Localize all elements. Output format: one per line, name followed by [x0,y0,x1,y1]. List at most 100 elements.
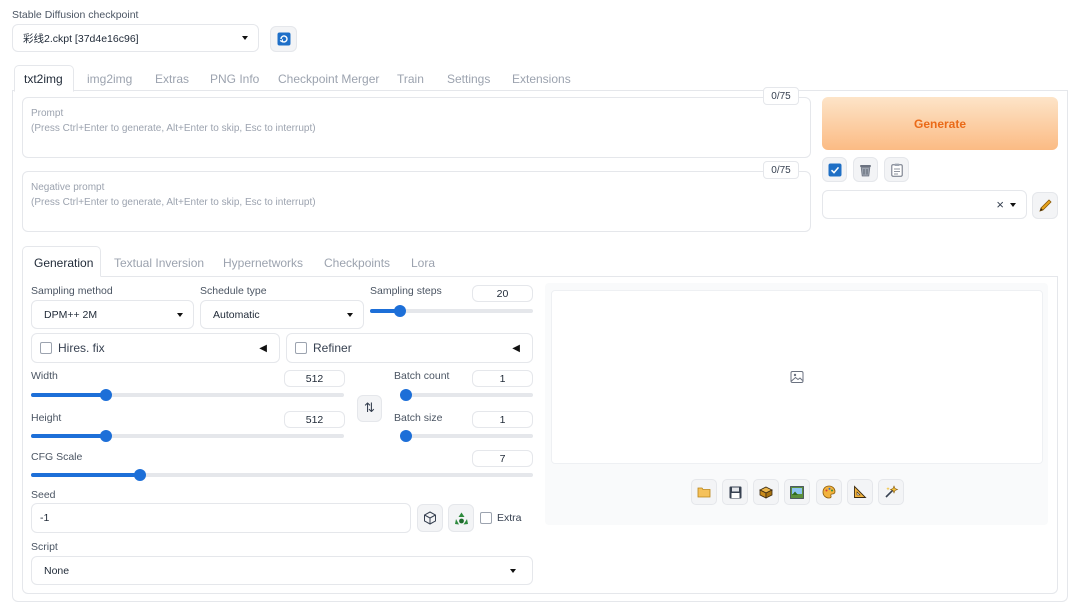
tab-settings[interactable]: Settings [447,72,490,86]
sampling-steps-input[interactable]: 20 [472,285,533,302]
swap-dimensions-button[interactable]: ⇅ [357,395,382,422]
triangle-ruler-icon [854,485,867,498]
schedule-type-dropdown[interactable]: Automatic [200,300,364,329]
sparkle-wand-icon [884,485,898,498]
zip-button[interactable] [753,479,779,505]
refiner-accordion[interactable]: Refiner ◀ [286,333,533,363]
hires-fix-checkbox[interactable] [40,342,52,354]
image-placeholder-icon [790,371,804,383]
cfg-scale-label: CFG Scale [31,451,83,463]
send-to-img2img-button[interactable] [784,479,810,505]
seed-value: -1 [40,512,50,524]
clear-styles-icon[interactable]: × [996,197,1004,212]
checkpoint-dropdown[interactable]: 彩线2.ckpt [37d4e16c96] [12,24,259,52]
width-input[interactable]: 512 [284,370,345,387]
height-input[interactable]: 512 [284,411,345,428]
height-slider[interactable] [31,428,344,444]
negative-prompt-label: Negative prompt [31,182,105,193]
clear-prompt-button[interactable] [853,157,878,182]
batch-size-slider[interactable] [400,428,533,444]
schedule-type-value: Automatic [213,308,260,321]
show-extra-networks-button[interactable] [822,157,847,182]
tab-checkpoint-merger[interactable]: Checkpoint Merger [278,72,379,86]
extra-seed-checkbox[interactable] [480,512,492,524]
swap-icon: ⇅ [364,401,375,416]
reuse-seed-button[interactable] [448,504,474,532]
chevron-down-icon [510,568,516,573]
tab-lora[interactable]: Lora [411,256,435,270]
tab-train[interactable]: Train [397,72,424,86]
collapse-arrow-icon[interactable]: ◀ [259,343,267,354]
random-seed-button[interactable] [417,504,443,532]
sampling-steps-slider[interactable] [370,303,533,319]
cfg-scale-input[interactable]: 7 [472,450,533,467]
sampling-steps-label: Sampling steps [370,285,442,297]
tab-generation-label[interactable]: Generation [34,256,93,270]
generate-extras-button[interactable] [878,479,904,505]
edit-styles-button[interactable] [1032,192,1058,219]
checkpoint-value: 彩线2.ckpt [37d4e16c96] [23,32,139,45]
output-image-area [551,290,1043,464]
width-slider[interactable] [31,387,344,403]
generate-button[interactable]: Generate [822,97,1058,150]
sampling-method-dropdown[interactable]: DPM++ 2M [31,300,194,329]
batch-size-label: Batch size [394,412,443,424]
checkpoint-label: Stable Diffusion checkpoint [12,9,139,21]
cfg-scale-slider[interactable] [31,467,533,483]
save-icon [729,486,741,498]
chevron-down-icon [242,36,248,40]
folder-icon [697,487,711,498]
tab-hypernetworks[interactable]: Hypernetworks [223,256,303,270]
script-label: Script [31,541,58,553]
schedule-type-label: Schedule type [200,285,267,297]
prompt-token-counter: 0/75 [763,87,799,105]
script-dropdown[interactable]: None [31,556,533,585]
picture-icon [790,485,804,499]
send-to-inpaint-button[interactable] [816,479,842,505]
generate-label: Generate [913,116,967,131]
height-label: Height [31,412,62,424]
refresh-checkpoint-button[interactable] [270,26,297,52]
sampling-method-label: Sampling method [31,285,113,297]
batch-count-input[interactable]: 1 [472,370,533,387]
trash-icon [860,164,871,176]
refiner-label: Refiner [313,341,352,355]
tab-txt2img-label[interactable]: txt2img [24,72,63,86]
dice-icon [424,511,436,525]
collapse-arrow-icon[interactable]: ◀ [512,343,520,354]
chevron-down-icon [1010,202,1016,207]
checkbox-icon [828,163,841,176]
tab-img2img[interactable]: img2img [87,72,132,86]
refiner-checkbox[interactable] [295,342,307,354]
batch-count-slider[interactable] [400,387,533,403]
open-folder-button[interactable] [691,479,717,505]
sampling-method-value: DPM++ 2M [44,308,98,321]
styles-dropdown[interactable]: × [822,190,1027,219]
script-value: None [44,564,70,577]
tab-textual-inversion[interactable]: Textual Inversion [114,256,204,270]
prompt-label: Prompt [31,108,64,119]
tab-png-info[interactable]: PNG Info [210,72,259,86]
negative-prompt-textarea[interactable]: Negative prompt (Press Ctrl+Enter to gen… [22,171,811,232]
tab-checkpoints[interactable]: Checkpoints [324,256,390,270]
batch-count-label: Batch count [394,370,450,382]
hires-fix-accordion[interactable]: Hires. fix ◀ [31,333,280,363]
palette-icon [822,485,836,499]
hires-fix-label: Hires. fix [58,341,105,355]
tab-extensions[interactable]: Extensions [512,72,571,86]
pencil-icon [1038,199,1052,212]
chevron-down-icon [177,312,183,317]
seed-input[interactable]: -1 [31,503,411,533]
negative-prompt-token-counter: 0/75 [763,161,799,179]
save-button[interactable] [722,479,748,505]
send-to-extras-button[interactable] [847,479,873,505]
negative-prompt-hint: (Press Ctrl+Enter to generate, Alt+Enter… [31,197,316,208]
paste-prompt-button[interactable] [884,157,909,182]
prompt-textarea[interactable]: Prompt (Press Ctrl+Enter to generate, Al… [22,97,811,158]
clipboard-icon [890,163,903,177]
refresh-icon [277,32,290,46]
tab-extras[interactable]: Extras [155,72,189,86]
batch-size-input[interactable]: 1 [472,411,533,428]
prompt-hint: (Press Ctrl+Enter to generate, Alt+Enter… [31,123,316,134]
extra-seed-label: Extra [497,512,522,524]
